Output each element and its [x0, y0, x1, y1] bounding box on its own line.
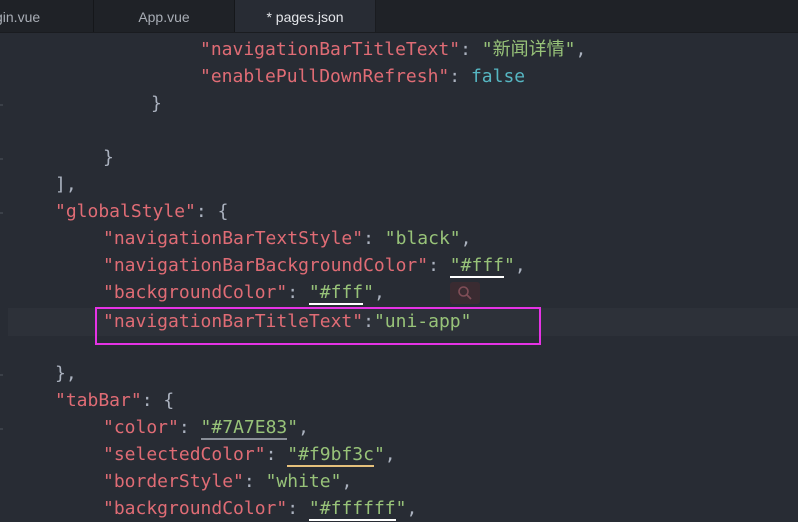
annotation-highlight-box — [95, 307, 541, 345]
code-line: "tabBar": { — [55, 390, 175, 411]
code-line: } — [151, 93, 162, 114]
code-line: "navigationBarTextStyle": "black", — [103, 228, 472, 249]
code-line: "borderStyle": "white", — [103, 471, 353, 492]
code-editor[interactable]: "navigationBarTitleText": "新闻详情", "enabl… — [0, 32, 798, 522]
code-line: ], — [55, 174, 77, 195]
code-line: "color": "#7A7E83", — [103, 417, 309, 440]
code-line: "backgroundColor": "#ffffff", — [103, 498, 418, 521]
tab-pages-json[interactable]: * pages.json — [235, 0, 376, 32]
code-line: "backgroundColor": "#fff", — [103, 282, 385, 305]
code-line: "enablePullDownRefresh": false — [200, 66, 526, 87]
tab-gin-vue[interactable]: gin.vue — [0, 0, 94, 32]
code-line: "selectedColor": "#f9bf3c", — [103, 444, 396, 467]
code-line: } — [103, 147, 114, 168]
editor-tab-bar: gin.vue App.vue * pages.json — [0, 0, 798, 33]
code-line: }, — [55, 363, 77, 384]
code-line: "navigationBarBackgroundColor": "#fff", — [103, 255, 526, 278]
search-icon — [458, 286, 472, 300]
find-match-marker — [450, 282, 480, 304]
tab-app-vue[interactable]: App.vue — [94, 0, 235, 32]
code-line: "navigationBarTitleText": "新闻详情", — [200, 39, 587, 60]
code-line: "globalStyle": { — [55, 201, 229, 222]
